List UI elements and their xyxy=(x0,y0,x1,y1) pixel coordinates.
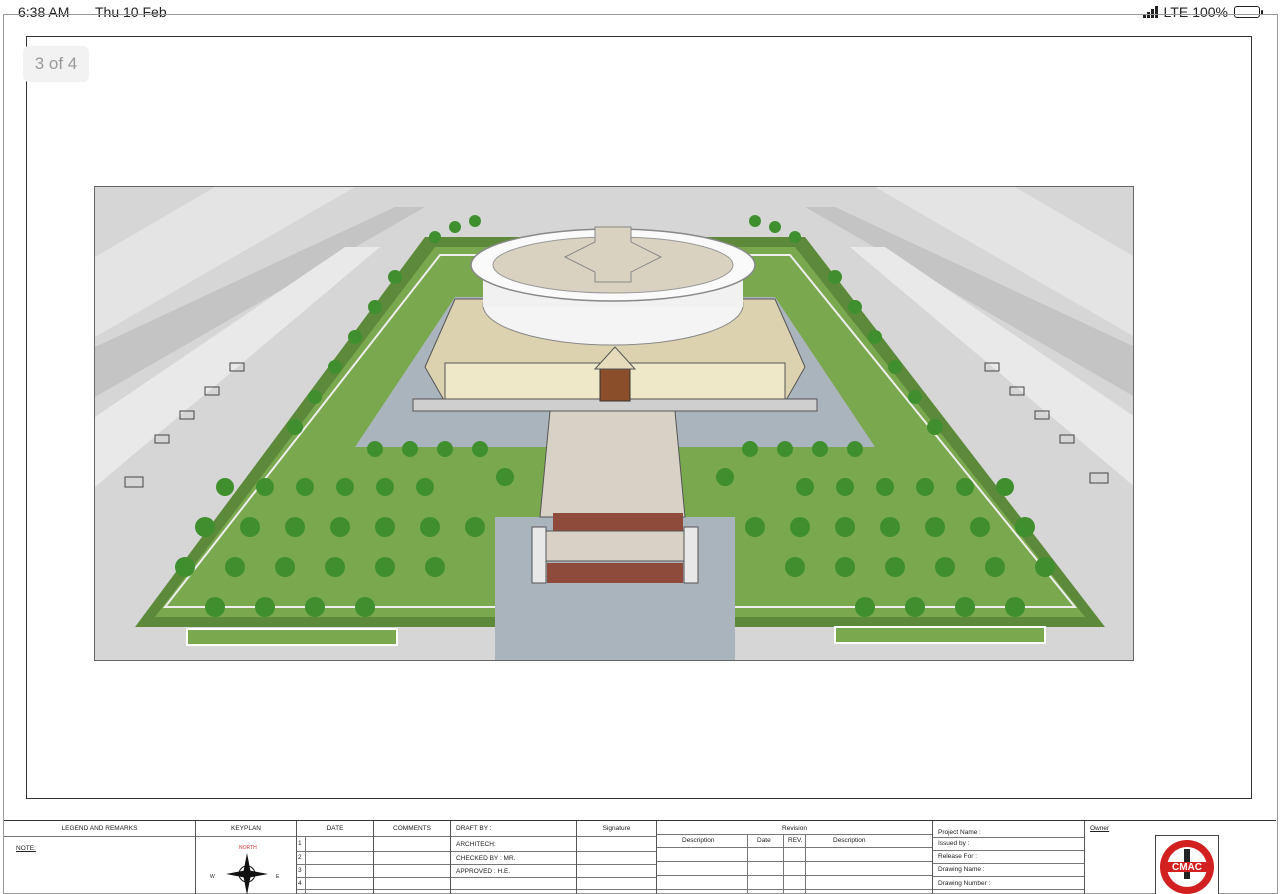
comments-cell: COMMENTS xyxy=(374,821,451,894)
owner-cell: Owner CMAC xyxy=(1085,821,1276,894)
architect: ARCHITECH: xyxy=(456,841,496,848)
drawing-name: Drawing Name : xyxy=(938,866,985,873)
release-for: Release For : xyxy=(938,853,978,860)
compass-east-label: E xyxy=(276,874,280,880)
draft-cell: DRAFT BY : ARCHITECH: CHECKED BY : MR. A… xyxy=(451,821,577,894)
revision-header: Revision xyxy=(782,825,807,832)
site-render-image xyxy=(95,187,1133,660)
legend-header: LEGEND AND REMARKS xyxy=(61,825,138,832)
issued-by: Issued by : xyxy=(938,840,970,847)
logo-text: CMAC xyxy=(1172,862,1202,873)
revision-description-header: Description xyxy=(682,837,715,844)
date-cell: DATE 1 2 3 4 xyxy=(297,821,374,894)
comments-header: COMMENTS xyxy=(393,825,431,832)
row-number-3: 3 xyxy=(298,867,302,874)
note-label: NOTE: xyxy=(16,845,36,852)
signature-cell: Signature xyxy=(577,821,657,894)
compass-north-label: NORTH xyxy=(239,845,257,851)
row-number-4: 4 xyxy=(298,880,302,887)
row-number-2: 2 xyxy=(298,854,302,861)
revision-cell: Revision Description Date REV. Descripti… xyxy=(657,821,933,894)
draft-by: DRAFT BY : xyxy=(456,825,492,832)
date-header: DATE xyxy=(326,825,344,832)
owner-label: Owner xyxy=(1090,825,1110,832)
signature-header: Signature xyxy=(602,825,631,832)
revision-description2-header: Description xyxy=(833,837,866,844)
revision-rev-header: REV. xyxy=(788,837,803,844)
approved: APPROVED : H.E. xyxy=(456,868,511,875)
keyplan-cell: KEYPLAN NORTH W E xyxy=(196,821,297,894)
compass-west-label: W xyxy=(210,874,215,880)
legend-cell: LEGEND AND REMARKS NOTE: xyxy=(4,821,196,894)
revision-date-header: Date xyxy=(757,837,771,844)
title-block: LEGEND AND REMARKS NOTE: KEYPLAN NORTH W… xyxy=(4,820,1276,894)
architectural-render xyxy=(94,186,1134,661)
page-indicator[interactable]: 3 of 4 xyxy=(23,46,89,82)
row-number-1: 1 xyxy=(298,840,302,847)
project-name: Project Name : xyxy=(938,829,981,836)
drawing-number: Drawing Number : xyxy=(938,880,991,887)
checked-by: CHECKED BY : MR. xyxy=(456,855,516,862)
cmac-logo-icon: CMAC xyxy=(1155,835,1219,894)
keyplan-header: KEYPLAN xyxy=(231,825,261,832)
project-info-cell: Project Name : Issued by : Release For :… xyxy=(933,821,1085,894)
compass-rose-icon xyxy=(226,853,268,894)
